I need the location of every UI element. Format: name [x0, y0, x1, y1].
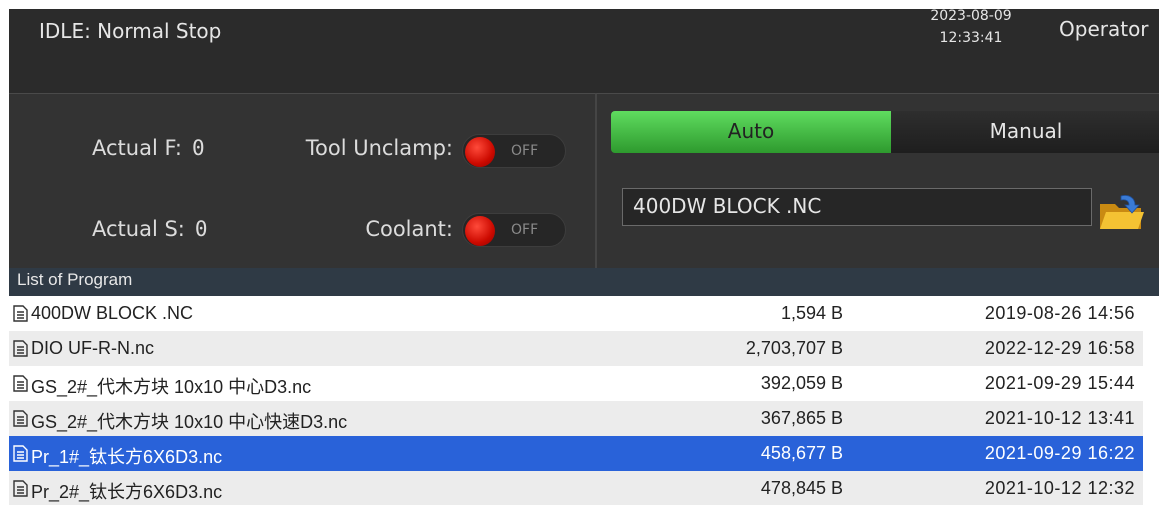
tool-unclamp-label: Tool Unclamp: [305, 136, 453, 160]
spindle-value: 0 [194, 217, 208, 241]
program-modified: 2021-09-29 16:22 [984, 443, 1135, 463]
program-size: 392,059 B [760, 373, 843, 393]
auto-mode-button[interactable]: Auto [611, 111, 891, 153]
program-row[interactable]: DIO UF-R-N.nc 2,703,707 B 2022-12-29 16:58 [9, 331, 1143, 366]
program-row[interactable]: 400DW BLOCK .NC 1,594 B 2019-08-26 14:56 [9, 296, 1143, 331]
date-text: 2023-08-09 [930, 8, 1012, 24]
program-size: 367,865 B [760, 408, 843, 428]
program-size: 478,845 B [760, 478, 843, 498]
tool-unclamp-state: OFF [511, 143, 539, 159]
file-icon [13, 375, 28, 392]
program-modified: 2021-10-12 13:41 [984, 408, 1135, 428]
program-name: GS_2#_代木方块 10x10 中心D3.nc [31, 377, 312, 397]
program-modified: 2022-12-29 16:58 [984, 338, 1135, 358]
spindle-readout: Actual S: 0 [92, 217, 208, 241]
feed-readout: Actual F: 0 [92, 136, 205, 160]
tool-unclamp-toggle[interactable]: OFF [462, 134, 566, 168]
program-list-header: List of Program [9, 268, 1159, 296]
program-modified: 2021-09-29 15:44 [984, 373, 1135, 393]
file-icon [13, 445, 28, 462]
program-size: 1,594 B [780, 303, 843, 323]
coolant-toggle[interactable]: OFF [462, 213, 566, 247]
program-row[interactable]: Pr_2#_钛长方6X6D3.nc 478,845 B 2021-10-12 12:… [9, 471, 1143, 505]
program-control-panel: Auto Manual 400DW BLOCK .NC [595, 93, 1159, 268]
program-name: GS_2#_代木方块 10x10 中心快速D3.nc [31, 412, 348, 432]
user-role[interactable]: Operator [1059, 17, 1149, 41]
program-row[interactable]: GS_2#_代木方块 10x10 中心快速D3.nc 367,865 B 2021-… [9, 401, 1143, 436]
status-bar: IDLE: Normal Stop 2023-08-09 12:33:41 Op… [9, 8, 1159, 93]
program-row[interactable]: Pr_1#_钛长方6X6D3.nc 458,677 B 2021-09-29 16:… [9, 436, 1143, 471]
coolant-state: OFF [511, 222, 539, 238]
file-icon [13, 305, 28, 322]
toggle-knob-icon [465, 216, 495, 246]
file-icon [13, 410, 28, 427]
time-text: 12:33:41 [939, 30, 1003, 46]
mode-selector: Auto Manual [611, 111, 1159, 153]
program-modified: 2019-08-26 14:56 [984, 303, 1135, 323]
program-row[interactable]: GS_2#_代木方块 10x10 中心D3.nc 392,059 B 2021-09… [9, 366, 1143, 401]
file-icon [13, 480, 28, 497]
program-name: DIO UF-R-N.nc [31, 338, 154, 358]
program-name: Pr_1#_钛长方6X6D3.nc [31, 447, 223, 467]
program-size: 2,703,707 B [745, 338, 843, 358]
machine-state-panel: Actual F: 0 Actual S: 0 Tool Unclamp: OFF … [9, 93, 595, 268]
program-name: 400DW BLOCK .NC [31, 303, 194, 323]
feed-label: Actual F: [92, 136, 182, 160]
datetime: 2023-08-09 12:33:41 [913, 5, 1029, 49]
manual-mode-button[interactable]: Manual [891, 111, 1159, 153]
machine-status: IDLE: Normal Stop [39, 19, 222, 43]
program-name: Pr_2#_钛长方6X6D3.nc [31, 482, 223, 502]
program-size: 458,677 B [760, 443, 843, 463]
spindle-label: Actual S: [92, 217, 185, 241]
program-modified: 2021-10-12 12:32 [984, 478, 1135, 498]
file-icon [13, 340, 28, 357]
current-program-field[interactable]: 400DW BLOCK .NC [622, 188, 1092, 226]
toggle-knob-icon [465, 137, 495, 167]
program-list: 400DW BLOCK .NC 1,594 B 2019-08-26 14:56 DI… [9, 296, 1143, 505]
coolant-label: Coolant: [365, 217, 453, 241]
open-folder-icon[interactable] [1097, 192, 1145, 232]
feed-value: 0 [192, 136, 205, 160]
